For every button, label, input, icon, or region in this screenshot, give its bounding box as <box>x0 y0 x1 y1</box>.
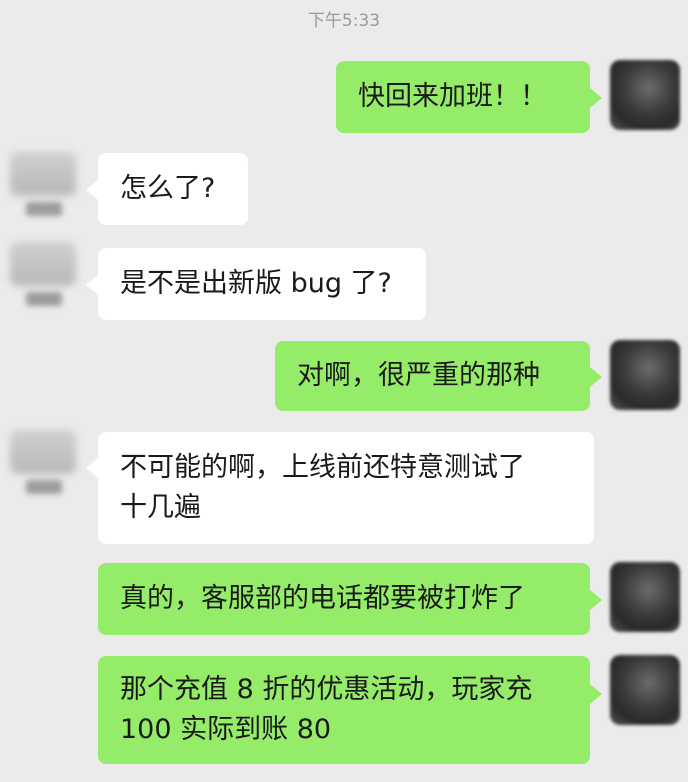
contact-nickname-blurred <box>26 202 62 216</box>
contact-nickname-blurred <box>26 292 62 306</box>
bubble-tail <box>590 684 602 704</box>
contact-avatar-image <box>10 152 76 196</box>
message-text: 真的，客服部的电话都要被打炸了 <box>120 583 525 614</box>
message-text-line: 100 实际到账 80 <box>120 714 332 745</box>
my-avatar[interactable] <box>610 655 680 725</box>
message-text-line: 十几遍 <box>120 492 201 523</box>
contact-avatar-image <box>10 430 76 474</box>
message-text: 怎么了? <box>120 173 216 204</box>
message-bubble[interactable]: 真的，客服部的电话都要被打炸了 <box>98 563 590 635</box>
message-bubble[interactable]: 怎么了? <box>98 153 248 225</box>
message-bubble[interactable]: 那个充值 8 折的优惠活动，玩家充 100 实际到账 80 <box>98 656 590 764</box>
message-text: 快回来加班！！ <box>358 81 547 112</box>
bubble-tail <box>86 458 98 478</box>
message-text: 对啊，很严重的那种 <box>297 360 540 391</box>
bubble-tail <box>590 88 602 108</box>
contact-avatar[interactable] <box>6 150 80 230</box>
chat-timestamp: 下午5:33 <box>307 11 381 31</box>
message-text: 是不是出新版 bug 了? <box>120 268 392 299</box>
message-text-line: 不可能的啊，上线前还特意测试了 <box>120 452 525 483</box>
contact-avatar[interactable] <box>6 240 80 320</box>
bubble-tail <box>86 180 98 200</box>
bubble-tail <box>590 367 602 387</box>
message-bubble[interactable]: 快回来加班！！ <box>336 61 590 133</box>
my-avatar[interactable] <box>610 60 680 130</box>
message-bubble[interactable]: 不可能的啊，上线前还特意测试了 十几遍 <box>98 432 594 544</box>
bubble-tail <box>86 275 98 295</box>
message-bubble[interactable]: 是不是出新版 bug 了? <box>98 248 426 320</box>
contact-avatar[interactable] <box>6 428 80 508</box>
contact-nickname-blurred <box>26 480 62 494</box>
message-bubble[interactable]: 对啊，很严重的那种 <box>275 341 590 411</box>
message-text-line: 那个充值 8 折的优惠活动，玩家充 <box>120 674 533 705</box>
my-avatar[interactable] <box>610 340 680 410</box>
my-avatar[interactable] <box>610 562 680 632</box>
contact-avatar-image <box>10 242 76 286</box>
bubble-tail <box>590 590 602 610</box>
